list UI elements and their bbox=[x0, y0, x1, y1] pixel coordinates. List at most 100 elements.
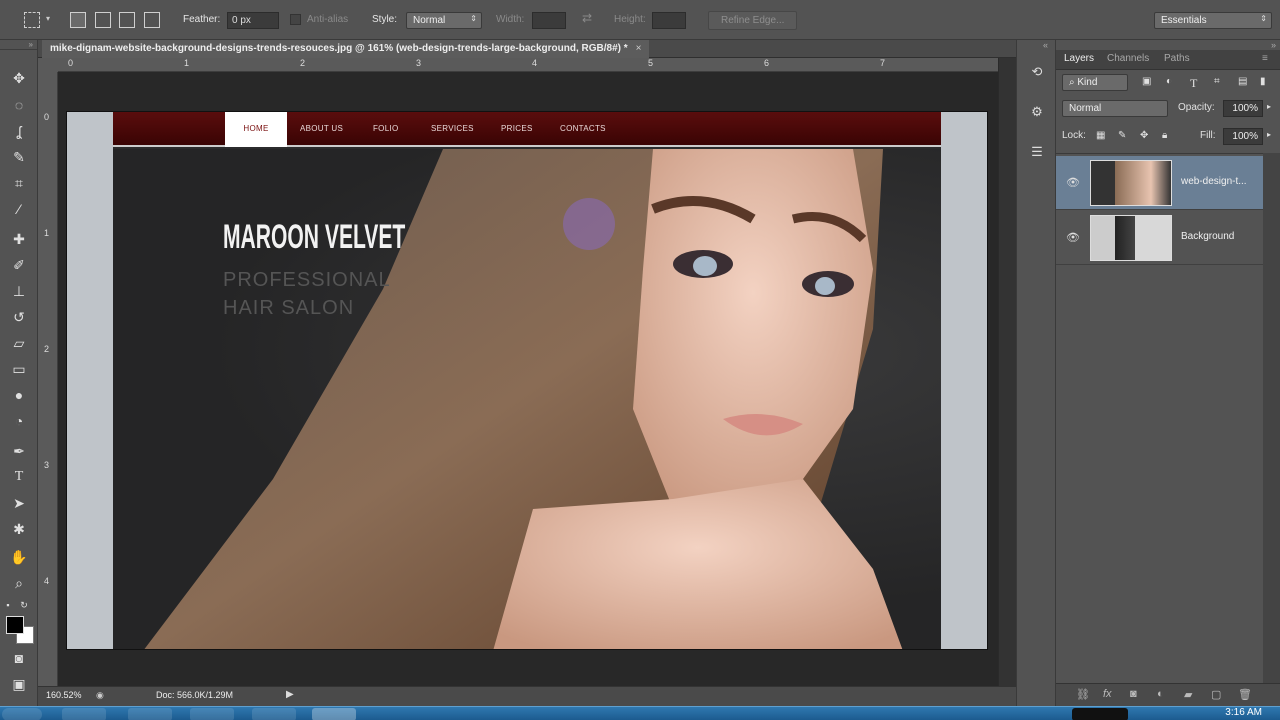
zoom-level[interactable]: 160.52% bbox=[46, 690, 82, 700]
nav-item-services: SERVICES bbox=[431, 124, 474, 133]
healing-brush-tool-icon[interactable]: ✚ bbox=[8, 229, 30, 249]
eraser-tool-icon[interactable]: ▱ bbox=[8, 333, 30, 353]
nav-item-prices: PRICES bbox=[501, 124, 533, 133]
screen-mode-icon[interactable]: ▣ bbox=[8, 674, 30, 694]
eyedropper-tool-icon[interactable]: ⁄ bbox=[8, 199, 30, 219]
taskbar-photoshop[interactable] bbox=[312, 708, 356, 720]
style-label: Style: bbox=[372, 14, 398, 25]
new-group-icon[interactable]: ▰ bbox=[1184, 688, 1192, 701]
filter-shape-icon[interactable]: ⌗ bbox=[1214, 76, 1220, 87]
layers-footer: ⛓ fx ◙ ◐ ▰ ▢ 🗑︎ bbox=[1056, 683, 1280, 706]
intersect-selection-icon[interactable] bbox=[144, 12, 160, 28]
filter-pixel-icon[interactable]: ▣ bbox=[1142, 76, 1151, 87]
path-selection-tool-icon[interactable]: ➤ bbox=[8, 493, 30, 513]
layer-style-icon[interactable]: fx bbox=[1103, 688, 1112, 700]
adjustment-layer-icon[interactable]: ◐ bbox=[1157, 688, 1164, 700]
layer-row[interactable]: 👁︎ Background bbox=[1056, 211, 1263, 265]
tool-preset-chevron-icon[interactable]: ▾ bbox=[46, 14, 50, 23]
delete-layer-icon[interactable]: 🗑︎ bbox=[1238, 688, 1252, 701]
layer-filter-row: ⌕ Kind ▣ ◐ T ⌗ ▤ ▮ bbox=[1056, 72, 1280, 98]
zoom-tool-icon[interactable]: ⌕ bbox=[8, 573, 30, 593]
panel-collapse-icon[interactable]: » bbox=[0, 40, 37, 50]
filter-toggle-icon[interactable]: ▮ bbox=[1260, 76, 1266, 87]
visibility-eye-icon[interactable]: 👁︎ bbox=[1066, 176, 1080, 189]
subtract-from-selection-icon[interactable] bbox=[119, 12, 135, 28]
foreground-color-swatch[interactable] bbox=[6, 616, 24, 634]
panel-collapse-icon[interactable]: » bbox=[1271, 40, 1276, 50]
link-layers-icon[interactable]: ⛓ bbox=[1076, 688, 1090, 701]
width-input[interactable] bbox=[532, 12, 566, 29]
clone-stamp-tool-icon[interactable]: ⊥ bbox=[8, 281, 30, 301]
hand-tool-icon[interactable]: ✋ bbox=[8, 547, 30, 567]
move-tool-icon[interactable]: ✥ bbox=[8, 68, 30, 88]
tab-channels[interactable]: Channels bbox=[1107, 53, 1149, 64]
properties-panel-icon[interactable]: ⚙ bbox=[1027, 104, 1047, 122]
filter-adjustment-icon[interactable]: ◐ bbox=[1166, 76, 1172, 87]
document-canvas[interactable]: HOME ABOUT US FOLIO SERVICES PRICES CONT… bbox=[66, 111, 988, 650]
history-panel-icon[interactable]: ⟲ bbox=[1027, 64, 1047, 82]
kind-filter-select[interactable]: ⌕ Kind bbox=[1062, 74, 1128, 91]
marquee-tool-icon[interactable]: ◌ bbox=[8, 95, 30, 115]
default-colors-icon[interactable]: ▪ bbox=[2, 595, 14, 615]
new-selection-icon[interactable] bbox=[70, 12, 86, 28]
start-button[interactable] bbox=[2, 708, 42, 720]
add-mask-icon[interactable]: ◙ bbox=[1130, 688, 1137, 700]
taskbar-tray-item[interactable] bbox=[1072, 708, 1128, 720]
tab-layers[interactable]: Layers bbox=[1064, 53, 1094, 64]
blur-tool-icon[interactable]: ● bbox=[8, 385, 30, 405]
workspace-select[interactable]: Essentials ⇕ bbox=[1154, 12, 1272, 29]
refine-edge-button[interactable]: Refine Edge... bbox=[708, 11, 798, 30]
layers-scrollbar[interactable] bbox=[1263, 153, 1280, 683]
lock-all-icon[interactable]: 🔒︎ bbox=[1162, 130, 1167, 141]
history-brush-tool-icon[interactable]: ↺ bbox=[8, 307, 30, 327]
tab-paths[interactable]: Paths bbox=[1164, 53, 1190, 64]
visibility-eye-icon[interactable]: 👁︎ bbox=[1066, 231, 1080, 244]
blend-mode-select[interactable]: Normal bbox=[1062, 100, 1168, 117]
panel-expand-icon[interactable]: « bbox=[1043, 40, 1048, 50]
taskbar-firefox[interactable] bbox=[190, 708, 234, 720]
marquee-tool-icon[interactable] bbox=[24, 12, 40, 28]
vertical-scrollbar[interactable] bbox=[998, 58, 1016, 686]
new-layer-icon[interactable]: ▢ bbox=[1211, 688, 1221, 701]
shape-tool-icon[interactable]: ✱ bbox=[8, 519, 30, 539]
pen-tool-icon[interactable]: ✒ bbox=[8, 441, 30, 461]
type-tool-icon[interactable]: T bbox=[8, 467, 30, 487]
filter-type-icon[interactable]: T bbox=[1190, 76, 1197, 91]
add-to-selection-icon[interactable] bbox=[95, 12, 111, 28]
lock-transparent-icon[interactable]: ▦ bbox=[1096, 130, 1105, 141]
fill-slider-arrow-icon[interactable]: ▸ bbox=[1267, 130, 1271, 139]
taskbar-ie[interactable] bbox=[128, 708, 172, 720]
feather-input[interactable]: 0 px bbox=[227, 12, 279, 29]
opacity-slider-arrow-icon[interactable]: ▸ bbox=[1267, 102, 1271, 111]
swap-dimensions-icon[interactable]: ⇄ bbox=[582, 11, 592, 25]
crop-tool-icon[interactable]: ⌗ bbox=[8, 173, 30, 193]
filter-smart-object-icon[interactable]: ▤ bbox=[1238, 76, 1247, 87]
panel-menu-icon[interactable]: ≡ bbox=[1262, 53, 1268, 64]
doc-size-info: Doc: 566.0K/1.29M bbox=[156, 690, 234, 700]
swap-colors-icon[interactable]: ↻ bbox=[18, 595, 30, 615]
taskbar-skype[interactable] bbox=[252, 708, 296, 720]
lock-position-icon[interactable]: ✥ bbox=[1140, 130, 1148, 141]
taskbar-clock[interactable]: 3:16 AM bbox=[1225, 707, 1262, 718]
fill-label: Fill: bbox=[1200, 130, 1216, 141]
dodge-tool-icon[interactable]: ◔ bbox=[8, 411, 30, 431]
height-input[interactable] bbox=[652, 12, 686, 29]
close-icon[interactable]: × bbox=[636, 43, 642, 54]
layer-row[interactable]: 👁︎ web-design-t... bbox=[1056, 156, 1263, 210]
fill-input[interactable]: 100% bbox=[1223, 128, 1263, 145]
status-menu-arrow-icon[interactable]: ▶ bbox=[286, 689, 294, 700]
document-tab[interactable]: mike-dignam-website-background-designs-t… bbox=[42, 40, 650, 58]
quick-selection-tool-icon[interactable]: ✎ bbox=[8, 147, 30, 167]
gradient-tool-icon[interactable]: ▭ bbox=[8, 359, 30, 379]
lasso-tool-icon[interactable]: ʆ bbox=[8, 121, 30, 141]
ruler-mark: 4 bbox=[44, 576, 50, 586]
quick-mask-icon[interactable]: ◙ bbox=[8, 648, 30, 668]
style-select[interactable]: Normal ⇕ bbox=[406, 12, 482, 29]
opacity-input[interactable]: 100% bbox=[1223, 100, 1263, 117]
brush-tool-icon[interactable]: ✐ bbox=[8, 255, 30, 275]
antialias-checkbox[interactable] bbox=[290, 14, 301, 25]
status-export-icon[interactable]: ◉ bbox=[96, 690, 104, 701]
lock-pixels-icon[interactable]: ✎ bbox=[1118, 130, 1126, 141]
align-panel-icon[interactable]: ☰ bbox=[1027, 144, 1047, 162]
taskbar-explorer[interactable] bbox=[62, 708, 106, 720]
